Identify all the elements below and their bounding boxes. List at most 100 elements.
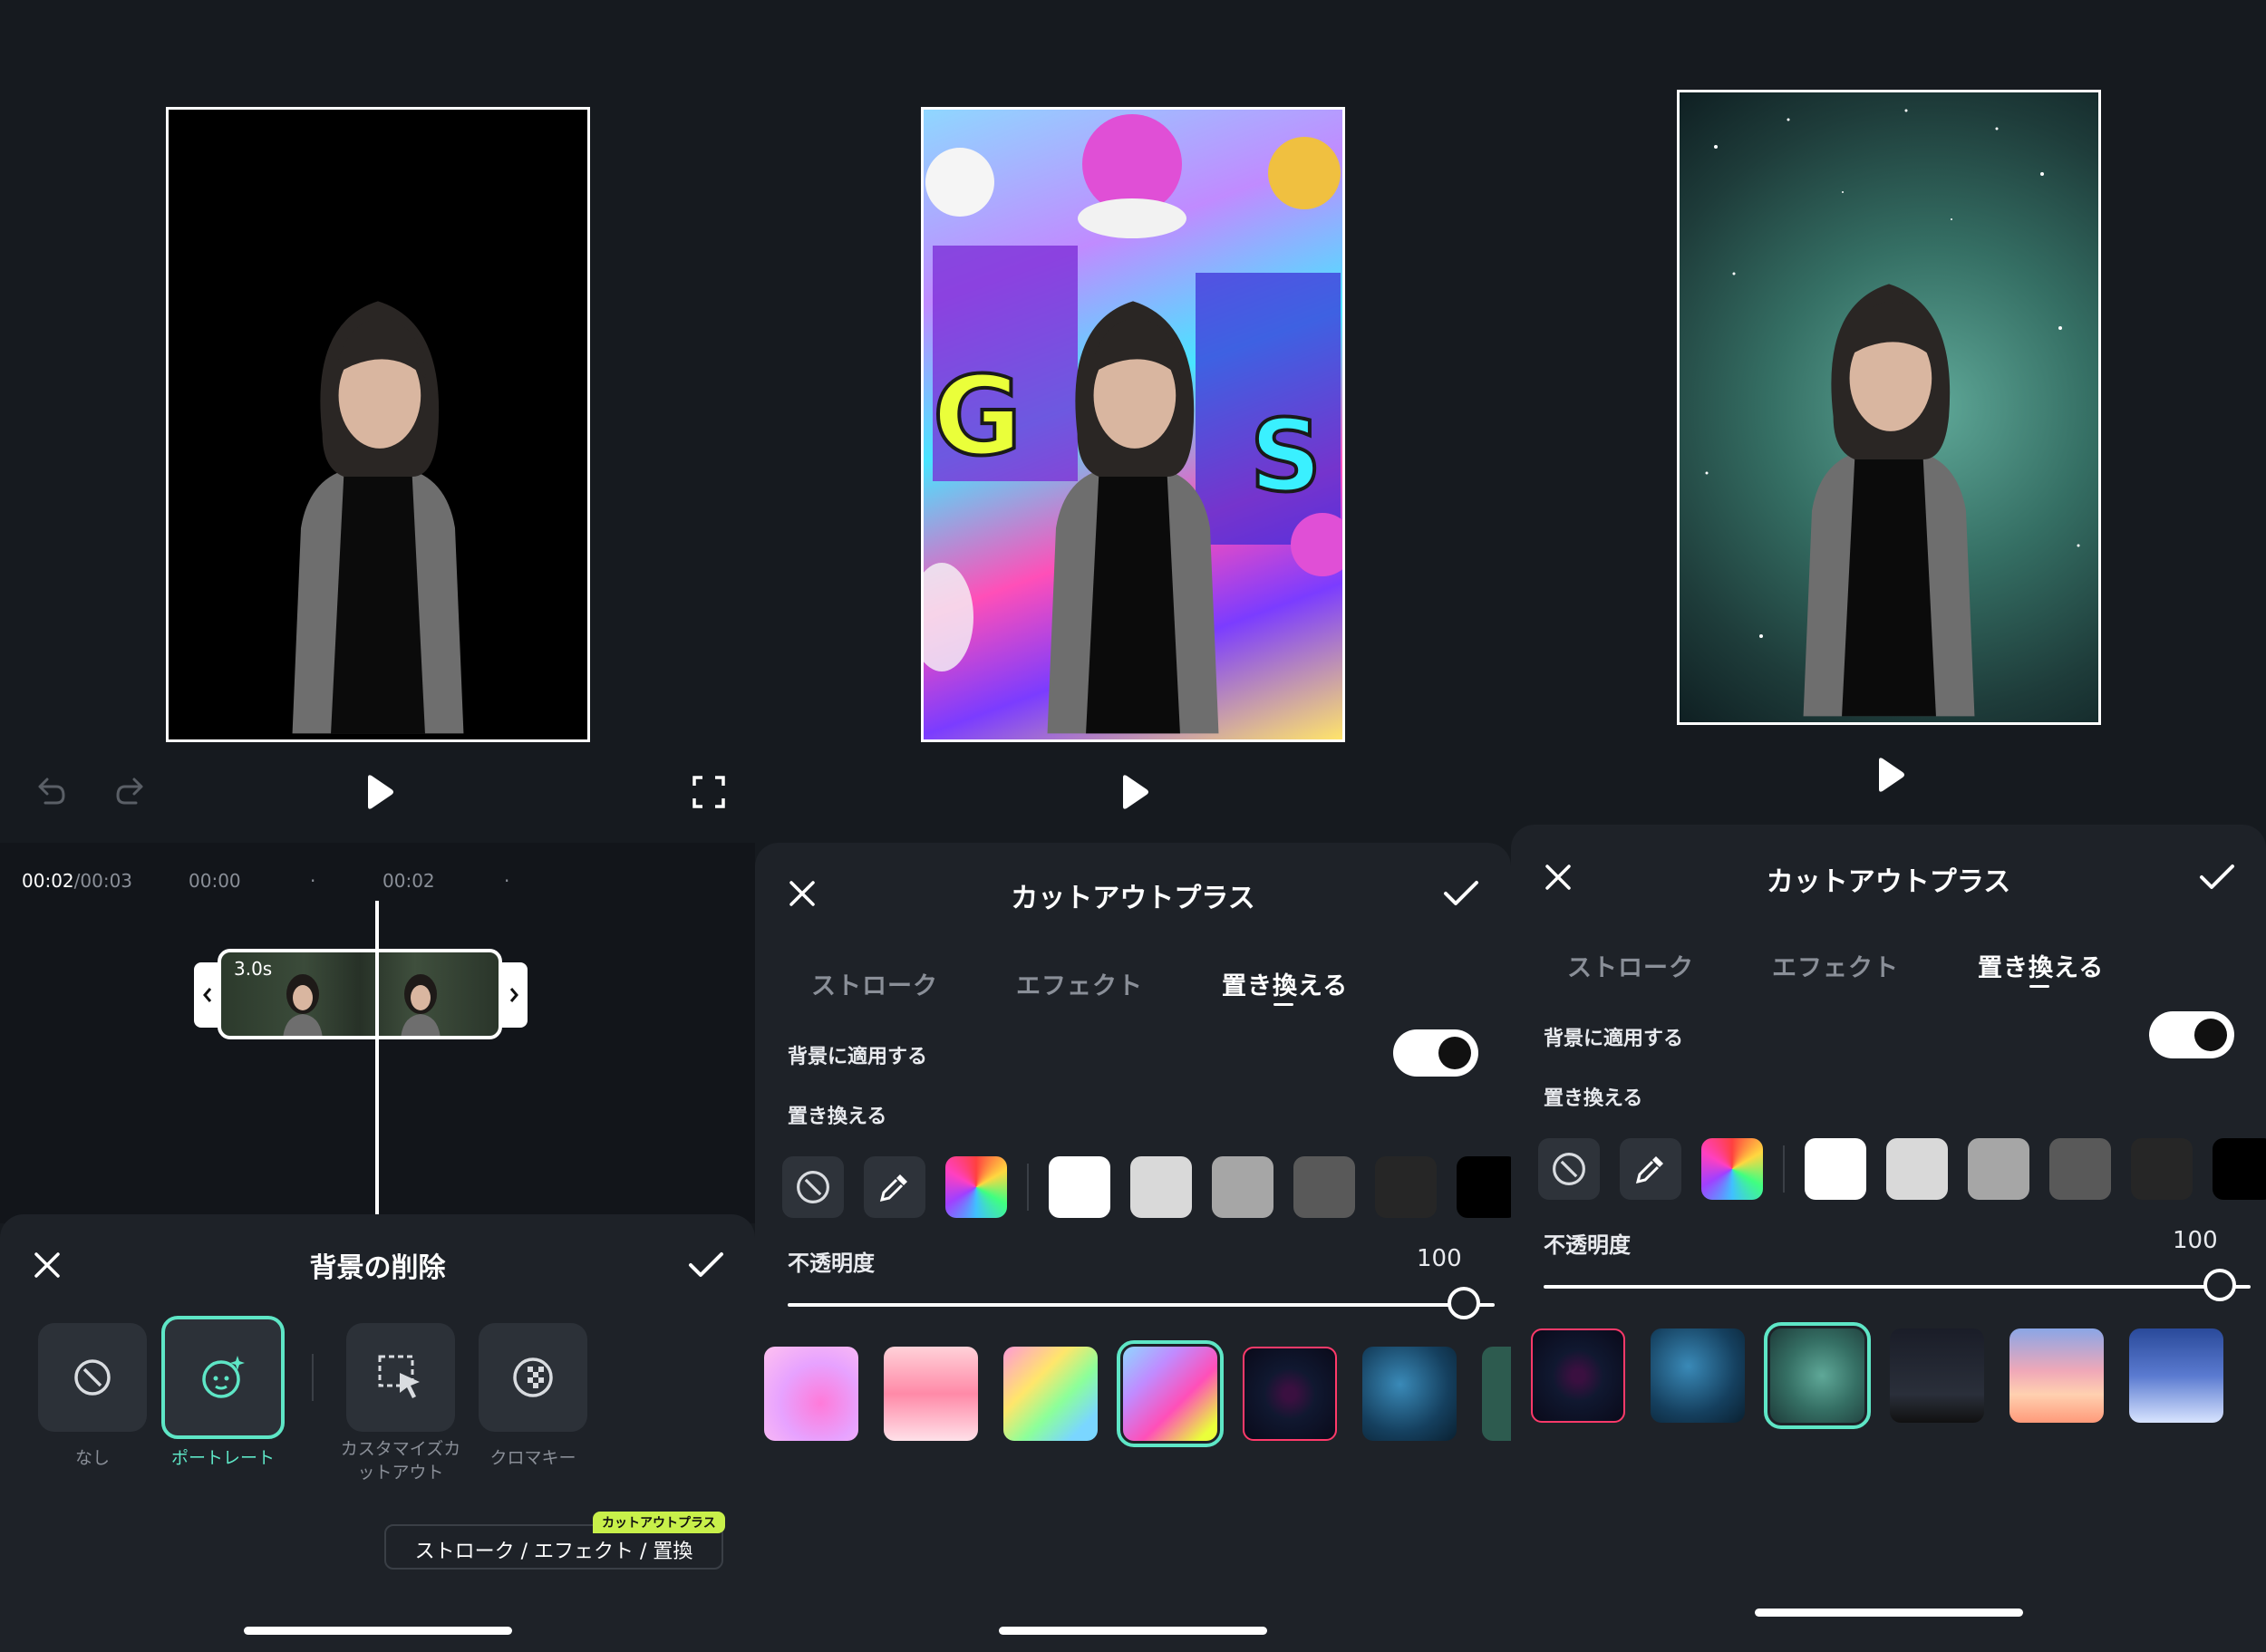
apply-background-label: 背景に適用する bbox=[788, 1046, 928, 1068]
playhead[interactable] bbox=[375, 901, 379, 1223]
home-indicator bbox=[1754, 1609, 2023, 1617]
play-icon[interactable] bbox=[1114, 772, 1154, 812]
background-thumb[interactable] bbox=[1531, 1328, 1625, 1423]
color-swatch[interactable] bbox=[2131, 1138, 2193, 1200]
bottom-sheet: 背景の削除 なし ポートレート カスタマイズカ ットアウト クロマキー ストロー… bbox=[0, 1214, 755, 1652]
portrait-subject bbox=[1803, 284, 1975, 717]
color-swatch[interactable] bbox=[2213, 1138, 2266, 1200]
eyedropper-button[interactable] bbox=[864, 1156, 925, 1218]
replace-label: 置き換える bbox=[1544, 1087, 1643, 1110]
ruler-mark: 00:02 bbox=[383, 870, 435, 892]
bottom-sheet: カットアウトプラス ストローク エフェクト 置き換える 背景に適用する 置き換え… bbox=[1511, 825, 2266, 1652]
background-thumb[interactable] bbox=[1003, 1347, 1098, 1441]
tab-effect[interactable]: エフェクト bbox=[1772, 948, 1899, 983]
no-color-button[interactable] bbox=[1538, 1138, 1600, 1200]
home-indicator bbox=[243, 1627, 512, 1635]
color-swatch[interactable] bbox=[1375, 1156, 1437, 1218]
tab-replace[interactable]: 置き換える bbox=[1222, 966, 1348, 1001]
background-thumb[interactable] bbox=[2129, 1328, 2223, 1423]
redo-icon[interactable] bbox=[111, 772, 150, 812]
divider bbox=[312, 1354, 314, 1401]
color-swatch[interactable] bbox=[2049, 1138, 2111, 1200]
divider bbox=[1783, 1145, 1785, 1193]
apply-background-toggle[interactable] bbox=[2149, 1011, 2234, 1058]
opacity-slider-knob[interactable] bbox=[1448, 1287, 1480, 1319]
color-swatch[interactable] bbox=[1049, 1156, 1110, 1218]
video-preview bbox=[166, 107, 590, 742]
background-thumb[interactable] bbox=[1243, 1347, 1337, 1441]
video-clip[interactable]: 3.0s bbox=[218, 949, 502, 1039]
opacity-slider[interactable] bbox=[1544, 1285, 2251, 1289]
confirm-check-icon[interactable] bbox=[1440, 874, 1482, 913]
play-icon[interactable] bbox=[359, 772, 399, 812]
home-indicator bbox=[999, 1627, 1267, 1635]
background-thumb[interactable] bbox=[884, 1347, 978, 1441]
background-thumb[interactable] bbox=[2009, 1328, 2104, 1423]
background-thumb-selected[interactable] bbox=[1117, 1340, 1224, 1447]
video-preview bbox=[1677, 90, 2101, 725]
option-chroma-key[interactable] bbox=[479, 1323, 587, 1432]
color-swatch[interactable] bbox=[1457, 1156, 1511, 1218]
tab-indicator bbox=[2029, 985, 2049, 988]
apply-background-label: 背景に適用する bbox=[1544, 1028, 1684, 1050]
color-swatch[interactable] bbox=[1805, 1138, 1866, 1200]
background-thumb[interactable] bbox=[1651, 1328, 1745, 1423]
option-portrait-label: ポートレート bbox=[170, 1448, 275, 1468]
confirm-check-icon[interactable] bbox=[2196, 857, 2238, 897]
undo-icon[interactable] bbox=[31, 772, 71, 812]
clip-trim-handle-right[interactable] bbox=[500, 962, 528, 1028]
option-none[interactable] bbox=[38, 1323, 147, 1432]
color-swatch[interactable] bbox=[1130, 1156, 1192, 1218]
clip-thumbnail bbox=[283, 974, 323, 1036]
panel-cutout-plus-galaxy: カットアウトプラス ストローク エフェクト 置き換える 背景に適用する 置き換え… bbox=[1511, 0, 2266, 1652]
option-custom-cutout-label: カスタマイズカ ットアウト bbox=[340, 1439, 461, 1483]
apply-background-toggle[interactable] bbox=[1393, 1029, 1478, 1077]
ruler-dot: · bbox=[504, 870, 510, 892]
tab-replace[interactable]: 置き換える bbox=[1978, 948, 2104, 983]
color-swatch[interactable] bbox=[1968, 1138, 2029, 1200]
play-icon[interactable] bbox=[1870, 755, 1910, 795]
tab-indicator bbox=[1273, 1003, 1293, 1006]
timeline[interactable]: 00:02/00:03 00:00 · 00:02 · 3.0s bbox=[0, 843, 755, 1223]
opacity-slider[interactable] bbox=[788, 1303, 1495, 1307]
color-picker-rainbow[interactable] bbox=[1701, 1138, 1763, 1200]
opacity-label: 不透明度 bbox=[788, 1251, 875, 1276]
opacity-value: 100 bbox=[1417, 1245, 1462, 1272]
option-portrait[interactable] bbox=[161, 1316, 285, 1439]
portrait-subject bbox=[1047, 301, 1219, 734]
tab-stroke[interactable]: ストローク bbox=[1567, 948, 1694, 983]
panel-background-removal: 00:02/00:03 00:00 · 00:02 · 3.0s 背景の削除 な… bbox=[0, 0, 755, 1652]
none-icon bbox=[1553, 1153, 1585, 1185]
opacity-value: 100 bbox=[2173, 1227, 2218, 1254]
portrait-subject bbox=[292, 301, 464, 734]
color-picker-rainbow[interactable] bbox=[945, 1156, 1007, 1218]
opacity-slider-knob[interactable] bbox=[2203, 1269, 2236, 1301]
background-thumb[interactable] bbox=[1482, 1347, 1511, 1441]
background-thumb[interactable] bbox=[764, 1347, 858, 1441]
cutout-plus-badge: カットアウトプラス bbox=[593, 1512, 725, 1533]
color-swatch[interactable] bbox=[1212, 1156, 1273, 1218]
portrait-ai-icon bbox=[202, 1356, 245, 1398]
ruler-mark: 00:00 bbox=[189, 870, 241, 892]
fullscreen-icon[interactable] bbox=[689, 772, 729, 812]
none-icon bbox=[797, 1171, 829, 1203]
eyedropper-button[interactable] bbox=[1620, 1138, 1681, 1200]
video-preview: G S bbox=[921, 107, 1345, 742]
confirm-check-icon[interactable] bbox=[685, 1245, 727, 1285]
replace-label: 置き換える bbox=[788, 1106, 887, 1128]
no-color-button[interactable] bbox=[782, 1156, 844, 1218]
color-swatch[interactable] bbox=[1886, 1138, 1948, 1200]
tab-effect[interactable]: エフェクト bbox=[1016, 966, 1143, 1001]
background-thumb[interactable] bbox=[1362, 1347, 1457, 1441]
option-chroma-key-label: クロマキー bbox=[489, 1448, 576, 1468]
option-custom-cutout[interactable] bbox=[346, 1323, 455, 1432]
tab-stroke[interactable]: ストローク bbox=[811, 966, 938, 1001]
background-thumb-selected[interactable] bbox=[1764, 1322, 1871, 1429]
bottom-sheet: カットアウトプラス ストローク エフェクト 置き換える 背景に適用する 置き換え… bbox=[755, 843, 1511, 1652]
color-swatch[interactable] bbox=[1293, 1156, 1355, 1218]
ruler-dot: · bbox=[310, 870, 316, 892]
custom-cutout-icon bbox=[378, 1355, 420, 1398]
eyedropper-icon bbox=[1635, 1156, 1663, 1184]
background-thumb[interactable] bbox=[1890, 1328, 1984, 1423]
opacity-label: 不透明度 bbox=[1544, 1232, 1631, 1258]
